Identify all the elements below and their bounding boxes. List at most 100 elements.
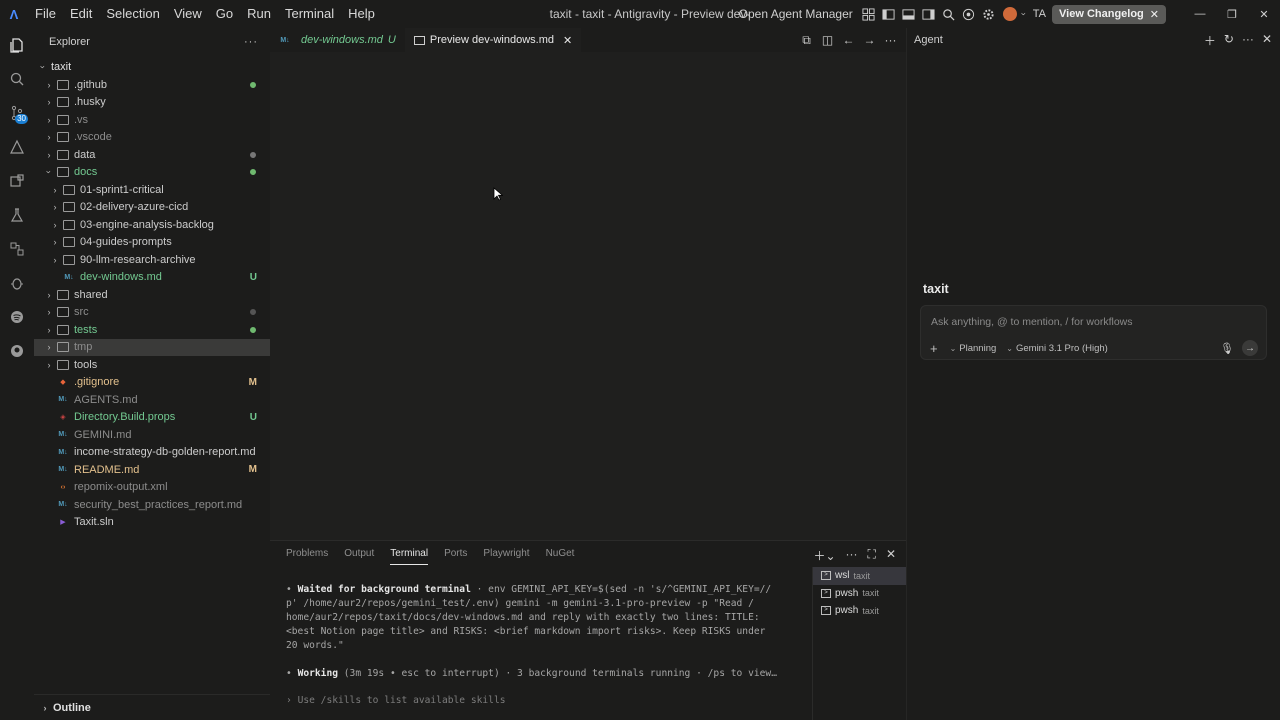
terminal-prompt[interactable]: › Use /skills to list available skills [286,694,800,708]
history-icon[interactable]: ↻ [1224,32,1234,49]
mode-dropdown[interactable]: ⌄ Planning [950,343,997,354]
tree-item-label: AGENTS.md [74,393,138,406]
menu-edit[interactable]: Edit [63,0,99,28]
close-icon[interactable]: ✕ [563,34,572,47]
open-source-icon[interactable]: ⧉ [799,33,814,48]
agent-chat-input[interactable]: Ask anything, @ to mention, / for workfl… [920,305,1267,360]
remote-icon[interactable] [0,232,34,266]
menu-run[interactable]: Run [240,0,278,28]
tree-folder[interactable]: › src [34,304,270,322]
menu-file[interactable]: File [28,0,63,28]
debug-icon[interactable] [0,266,34,300]
tree-file[interactable]: ‹› repomix-output.xml [34,479,270,497]
split-editor-icon[interactable]: ◫ [820,33,835,47]
new-terminal-icon[interactable]: ＋⌄ [813,547,835,564]
testing-icon[interactable] [0,198,34,232]
more-actions-icon[interactable]: ··· [846,547,858,564]
toggle-secondary-sidebar-icon[interactable] [921,6,937,22]
layout-grid-icon[interactable] [861,6,877,22]
tree-file[interactable]: ◆ .gitignore M [34,374,270,392]
toggle-sidebar-icon[interactable] [881,6,897,22]
view-changelog-button[interactable]: View Changelog ✕ [1052,4,1166,24]
more-actions-icon[interactable]: ··· [883,33,898,47]
tab-preview-dev-windows[interactable]: Preview dev-windows.md ✕ [404,28,582,52]
terminal-instance[interactable]: > pwsh taxit [813,585,906,603]
user-initials[interactable]: TA [1033,8,1046,20]
add-context-icon[interactable]: + [930,341,938,356]
github-icon[interactable] [0,334,34,368]
tree-folder[interactable]: › .vs [34,111,270,129]
tree-file[interactable]: M↓ security_best_practices_report.md [34,496,270,514]
terminal-output[interactable]: • Waited for background terminal · env G… [270,567,800,720]
minimize-button[interactable]: — [1184,0,1216,28]
search-icon[interactable] [941,6,957,22]
tree-folder[interactable]: › 01-sprint1-critical [34,181,270,199]
source-control-icon[interactable]: 30 [0,96,34,130]
tab-dev-windows[interactable]: M↓ dev-windows.md U [270,28,405,52]
maximize-panel-icon[interactable]: ⛶ [868,547,876,564]
tree-file[interactable]: ◈ Directory.Build.props U [34,409,270,427]
gear-icon[interactable] [981,6,997,22]
tree-file[interactable]: M↓ dev-windows.md U [34,269,270,287]
menu-view[interactable]: View [167,0,209,28]
extensions-icon[interactable] [0,164,34,198]
maximize-button[interactable]: ❐ [1216,0,1248,28]
panel-tab-terminal[interactable]: Terminal [382,541,436,567]
globe-icon[interactable] [961,6,977,22]
terminal-list: > wsl taxit > pwsh taxit > pwsh taxit [812,567,906,720]
tree-folder[interactable]: › shared [34,286,270,304]
tree-folder[interactable]: › 03-engine-analysis-backlog [34,216,270,234]
menu-go[interactable]: Go [209,0,240,28]
arrow-left-icon[interactable]: ← [841,33,856,47]
tree-folder[interactable]: › 90-llm-research-archive [34,251,270,269]
panel-tab-playwright[interactable]: Playwright [475,541,537,567]
microphone-icon[interactable]: 🎙 [1220,342,1234,355]
tree-folder[interactable]: › .github [34,76,270,94]
new-chat-icon[interactable]: ＋ [1204,32,1216,49]
arrow-right-icon[interactable]: → [862,33,877,47]
panel-tab-problems[interactable]: Problems [278,541,336,567]
menu-selection[interactable]: Selection [99,0,166,28]
explorer-icon[interactable] [0,28,34,62]
tree-folder[interactable]: › tools [34,356,270,374]
more-actions-icon[interactable]: ··· [1242,32,1254,49]
tree-folder[interactable]: › .husky [34,94,270,112]
model-dropdown[interactable]: ⌄ Gemini 3.1 Pro (High) [1006,343,1108,354]
close-panel-icon[interactable]: ✕ [886,547,896,564]
tree-file[interactable]: M↓ README.md M [34,461,270,479]
more-actions-icon[interactable]: ··· [244,36,258,48]
tree-file[interactable]: ▶ Taxit.sln [34,514,270,532]
props-file-icon: ◈ [60,414,66,422]
search-icon[interactable] [0,62,34,96]
tree-folder[interactable]: › data [34,146,270,164]
terminal-instance[interactable]: > pwsh taxit [813,602,906,620]
tree-folder[interactable]: › tests [34,321,270,339]
workspace-root[interactable]: › taxit [34,58,270,76]
triangle-icon[interactable] [0,130,34,164]
panel-tab-output[interactable]: Output [336,541,382,567]
tree-file[interactable]: M↓ AGENTS.md [34,391,270,409]
markdown-preview[interactable] [270,52,906,540]
outline-section[interactable]: › Outline [34,694,270,720]
panel-tab-nuget[interactable]: NuGet [538,541,583,567]
open-agent-manager-button[interactable]: Open Agent Manager [739,7,853,21]
avatar[interactable] [1002,7,1017,21]
tree-folder[interactable]: › tmp [34,338,270,356]
tree-folder[interactable]: › 02-delivery-azure-cicd [34,199,270,217]
tree-folder[interactable]: › docs [34,164,270,182]
close-window-button[interactable]: ✕ [1248,0,1280,28]
tree-folder[interactable]: › .vscode [34,129,270,147]
terminal-instance[interactable]: > wsl taxit [813,567,906,585]
send-button[interactable]: → [1242,340,1258,356]
menu-terminal[interactable]: Terminal [278,0,341,28]
toggle-panel-icon[interactable] [901,6,917,22]
tree-file[interactable]: M↓ income-strategy-db-golden-report.md [34,444,270,462]
chevron-down-icon[interactable]: › [1019,9,1029,19]
close-icon[interactable]: ✕ [1150,8,1159,21]
close-icon[interactable]: ✕ [1262,32,1272,49]
tree-folder[interactable]: › 04-guides-prompts [34,234,270,252]
panel-tab-ports[interactable]: Ports [436,541,475,567]
tree-file[interactable]: M↓ GEMINI.md [34,426,270,444]
menu-help[interactable]: Help [341,0,382,28]
spotify-icon[interactable] [0,300,34,334]
